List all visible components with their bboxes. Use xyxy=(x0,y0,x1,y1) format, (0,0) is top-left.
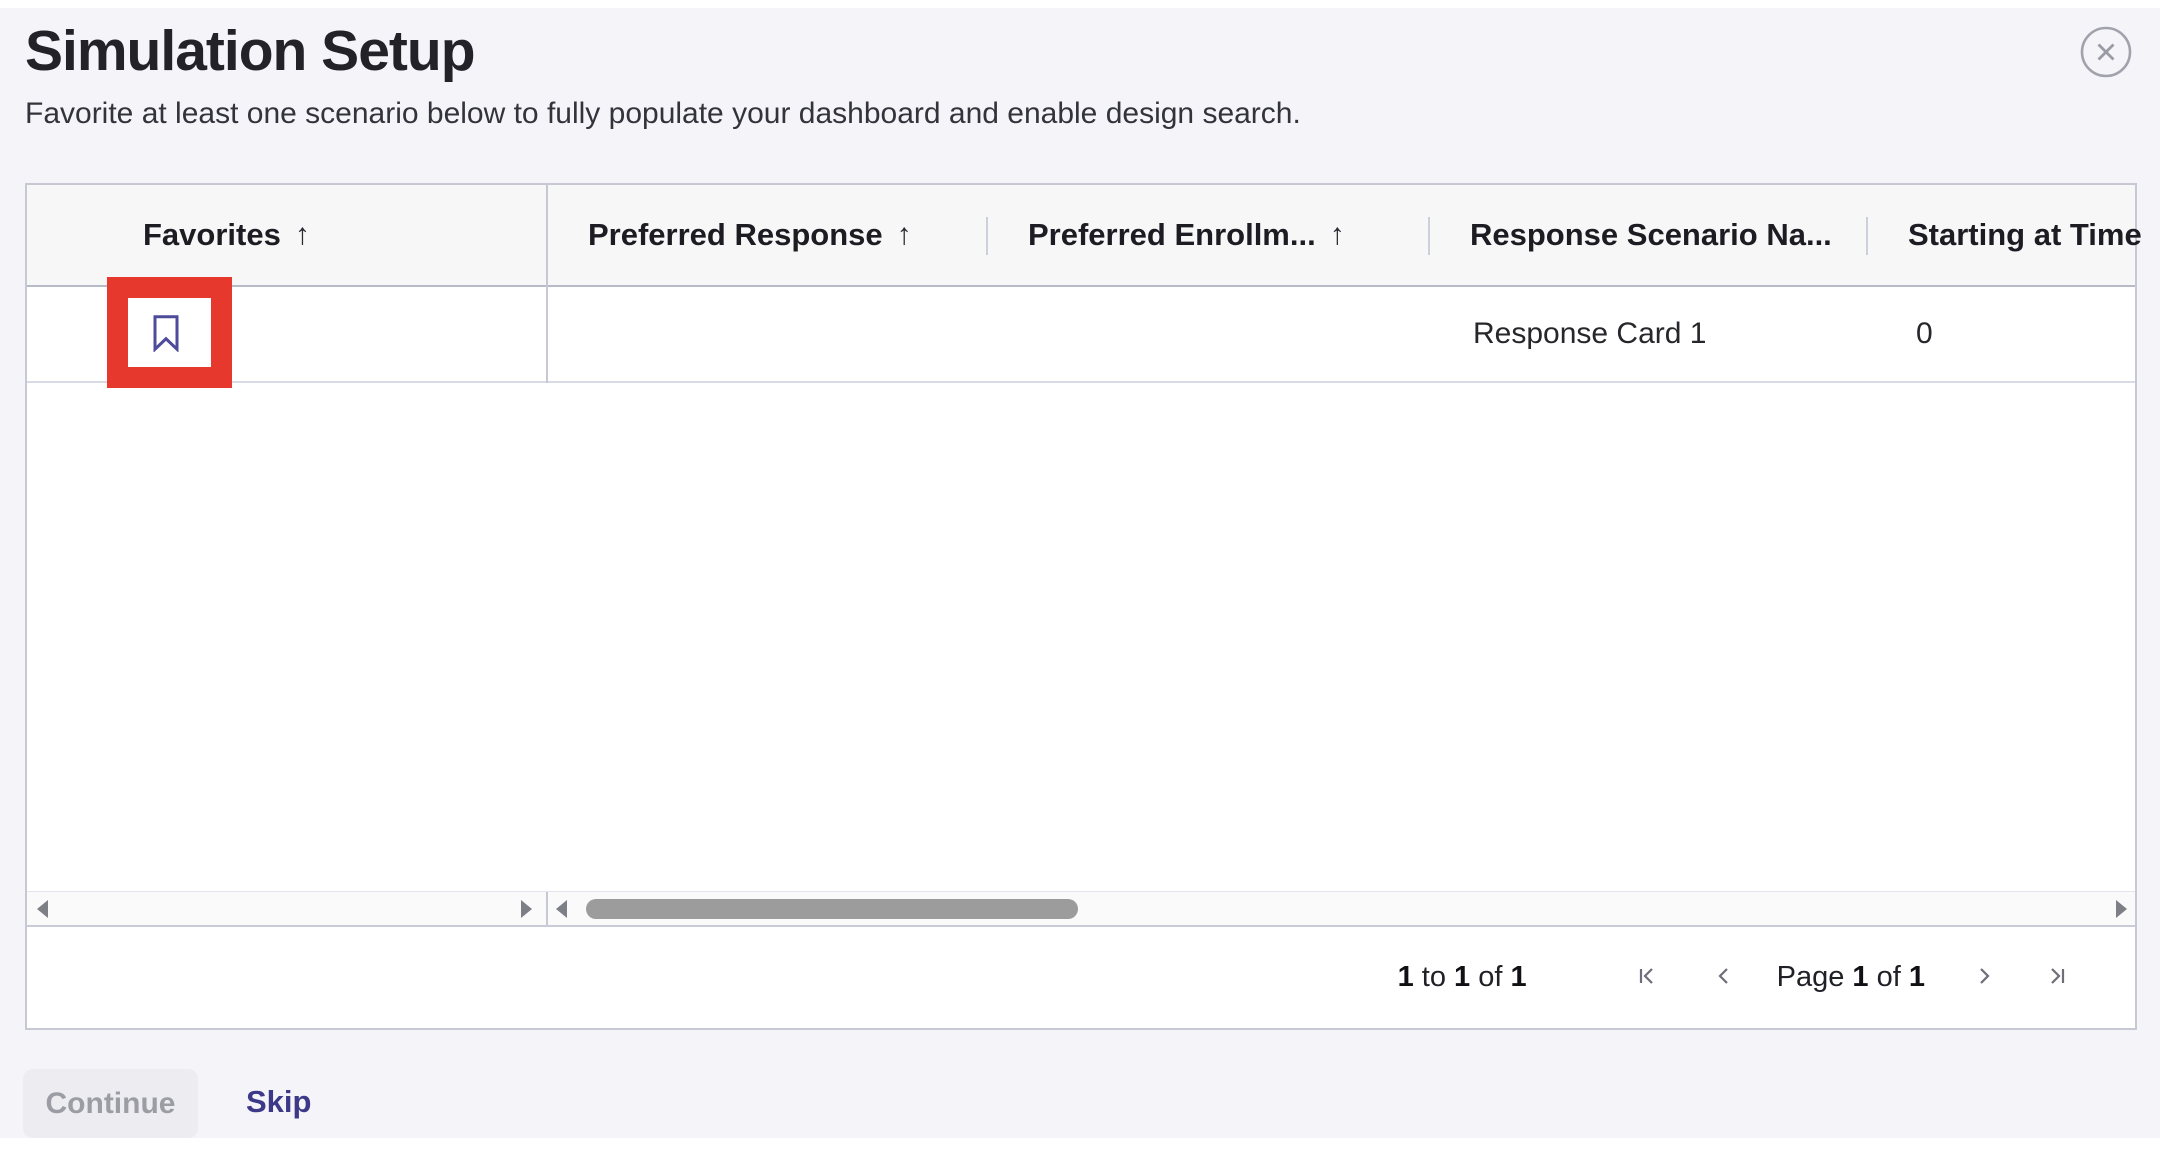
page-title: Simulation Setup xyxy=(25,18,475,84)
continue-button[interactable]: Continue xyxy=(23,1069,198,1138)
bookmark-icon xyxy=(151,314,181,355)
column-label: Preferred Enrollm... xyxy=(1028,217,1316,253)
rows-total: 1 xyxy=(1510,961,1526,993)
favorite-bookmark-button[interactable] xyxy=(144,312,188,356)
column-header-preferred-enrollment[interactable]: Preferred Enrollm... ↑ xyxy=(986,185,1345,285)
main-pane-hscrollbar[interactable] xyxy=(548,892,2135,925)
table-row: Response Card 1 0 xyxy=(27,287,2135,383)
next-page-button[interactable] xyxy=(1969,961,1999,994)
cell-starting-at-time: 0 xyxy=(1916,287,1933,381)
chevron-right-icon xyxy=(1969,961,1999,994)
first-page-button[interactable] xyxy=(1631,961,1661,994)
column-header-response-scenario-name[interactable]: Response Scenario Na... xyxy=(1428,185,1832,285)
table-footer: 1 to 1 of 1 xyxy=(27,925,2135,1028)
pinned-pane-hscrollbar[interactable] xyxy=(27,892,546,925)
skip-button[interactable]: Skip xyxy=(246,1084,311,1120)
chevron-bar-left-icon xyxy=(1631,961,1661,994)
pinned-column-divider xyxy=(546,185,548,383)
scroll-right-arrow[interactable] xyxy=(521,900,532,918)
scroll-right-arrow[interactable] xyxy=(2116,900,2127,918)
page-total: 1 xyxy=(1909,961,1925,993)
scenario-table: Favorites ↑ Preferred Response ↑ Preferr… xyxy=(25,183,2137,1030)
header-separator xyxy=(1866,217,1868,255)
header-separator xyxy=(986,217,988,255)
page-indicator: Page 1 of 1 xyxy=(1777,961,1925,994)
header-separator xyxy=(1428,217,1430,255)
close-icon xyxy=(2079,67,2133,82)
column-label: Starting at Time xyxy=(1908,217,2142,253)
chevron-left-icon xyxy=(1709,961,1739,994)
column-label: Response Scenario Na... xyxy=(1470,217,1832,253)
column-header-favorites[interactable]: Favorites ↑ xyxy=(143,185,310,285)
table-header-row: Favorites ↑ Preferred Response ↑ Preferr… xyxy=(27,185,2135,287)
pagination-summary: 1 to 1 of 1 xyxy=(1398,961,1527,994)
horizontal-scrollbar-strip xyxy=(27,891,2135,925)
close-button[interactable] xyxy=(2079,25,2133,79)
page-subtitle: Favorite at least one scenario below to … xyxy=(25,97,1301,131)
rows-to: 1 xyxy=(1454,961,1470,993)
column-header-preferred-response[interactable]: Preferred Response ↑ xyxy=(546,185,912,285)
sort-arrow-icon: ↑ xyxy=(897,218,912,252)
sort-arrow-icon: ↑ xyxy=(295,218,310,252)
simulation-setup-dialog: Simulation Setup Favorite at least one s… xyxy=(0,0,2160,1152)
last-page-button[interactable] xyxy=(2043,961,2073,994)
column-header-starting-at-time[interactable]: Starting at Time xyxy=(1866,185,2142,285)
chevron-bar-right-icon xyxy=(2043,961,2073,994)
prev-page-button[interactable] xyxy=(1709,961,1739,994)
scroll-left-arrow[interactable] xyxy=(556,900,567,918)
cell-response-scenario-name: Response Card 1 xyxy=(1473,287,1706,381)
column-label: Preferred Response xyxy=(588,217,883,253)
sort-arrow-icon: ↑ xyxy=(1330,218,1345,252)
scrollbar-thumb[interactable] xyxy=(586,899,1078,919)
rows-from: 1 xyxy=(1398,961,1414,993)
page-current: 1 xyxy=(1852,961,1868,993)
scroll-left-arrow[interactable] xyxy=(37,900,48,918)
column-label: Favorites xyxy=(143,217,281,253)
